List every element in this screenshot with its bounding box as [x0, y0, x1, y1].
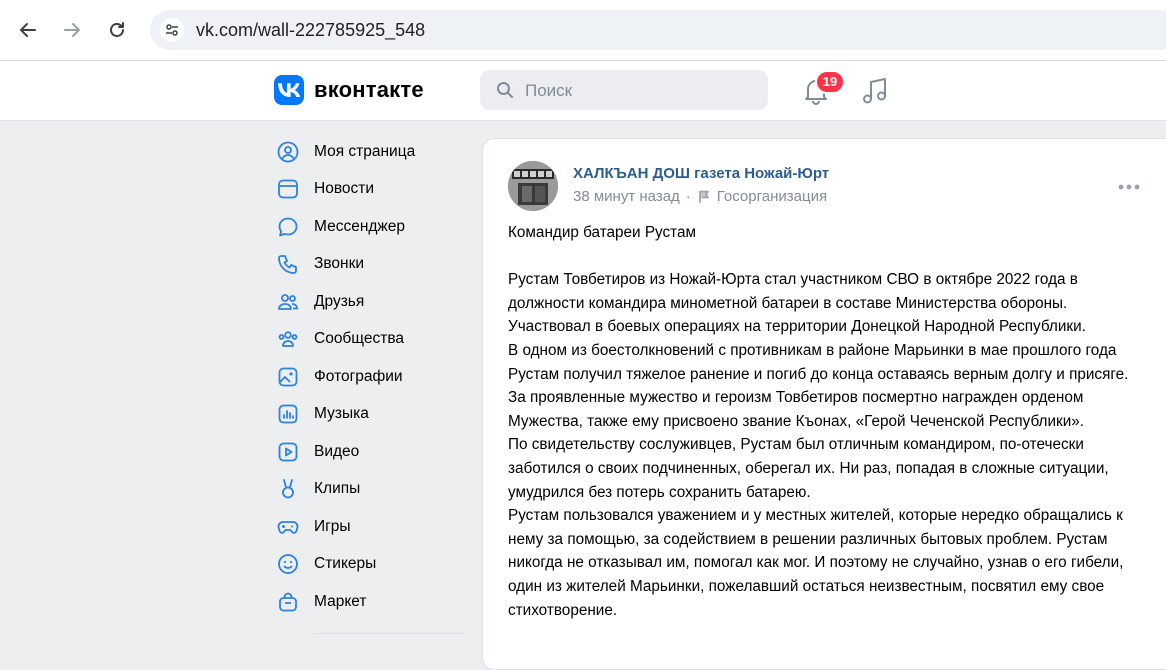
- browser-toolbar: vk.com/wall-222785925_548: [0, 0, 1166, 61]
- news-icon: [276, 177, 300, 201]
- sidebar-item-label: Друзья: [314, 292, 365, 310]
- phone-icon: [276, 252, 300, 276]
- sidebar-item-label: Игры: [314, 517, 351, 535]
- sidebar-item-friends[interactable]: Друзья: [270, 283, 470, 321]
- address-bar[interactable]: vk.com/wall-222785925_548: [150, 10, 1166, 50]
- sidebar-item-stickers[interactable]: Стикеры: [270, 546, 470, 584]
- message-icon: [276, 215, 300, 239]
- sidebar-item-music[interactable]: Музыка: [270, 396, 470, 434]
- logo-text: вконтакте: [314, 77, 424, 102]
- music-icon: [276, 402, 300, 426]
- search-icon: [497, 82, 513, 98]
- sidebar-divider: [314, 633, 464, 634]
- post-meta: 38 минут назад · Госорганизация: [573, 188, 827, 205]
- more-dots-icon: [1118, 184, 1140, 190]
- post-paragraph: Рустам пользовался уважением и у местных…: [508, 507, 1124, 619]
- sidebar-item-label: Музыка: [314, 405, 369, 423]
- video-icon: [276, 440, 300, 464]
- sidebar-item-video[interactable]: Видео: [270, 433, 470, 471]
- post-author-link[interactable]: ХАЛКЪАН ДОШ газета Ножай-Юрт: [573, 165, 829, 182]
- back-button[interactable]: [10, 12, 46, 48]
- arrow-left-icon: [20, 23, 36, 37]
- clips-icon: [276, 477, 300, 501]
- friends-icon: [276, 290, 300, 314]
- sidebar-item-label: Сообщества: [314, 330, 405, 348]
- post-title-line: Командир батареи Рустам: [508, 224, 697, 241]
- flag-icon: [698, 190, 709, 203]
- wall-post: ХАЛКЪАН ДОШ газета Ножай-Юрт 38 минут на…: [482, 138, 1166, 670]
- sidebar-item-label: Фотографии: [314, 367, 403, 385]
- vk-logo-icon: [274, 75, 304, 105]
- sidebar-item-games[interactable]: Игры: [270, 508, 470, 546]
- sidebar-item-clips[interactable]: Клипы: [270, 471, 470, 509]
- sidebar-item-label: Мессенджер: [314, 217, 406, 235]
- reload-icon: [110, 22, 124, 37]
- post-paragraph: По свидетельству сослуживцев, Рустам был…: [508, 436, 1109, 501]
- photo-icon: [276, 365, 300, 389]
- arrow-right-icon: [64, 23, 80, 37]
- url-text[interactable]: vk.com/wall-222785925_548: [196, 20, 425, 41]
- reload-button[interactable]: [99, 12, 135, 48]
- sidebar-item-label: Звонки: [314, 255, 365, 273]
- community-avatar[interactable]: [508, 161, 558, 211]
- search-placeholder: Поиск: [525, 81, 573, 100]
- post-blank-line: [508, 245, 1148, 269]
- market-icon: [276, 590, 300, 614]
- sidebar-item-label: Клипы: [314, 480, 361, 498]
- user-circle-icon: [276, 140, 300, 164]
- post-more-button[interactable]: [1118, 177, 1140, 195]
- communities-icon: [276, 327, 300, 351]
- post-paragraph: Рустам Товбетиров из Ножай-Юрта стал уча…: [508, 271, 1086, 336]
- post-category: Госорганизация: [716, 188, 828, 205]
- notifications-badge[interactable]: 19: [815, 70, 845, 94]
- sidebar-item-photos[interactable]: Фотографии: [270, 358, 470, 396]
- sidebar-item-label: Моя страница: [314, 142, 416, 160]
- sidebar-item-calls[interactable]: Звонки: [270, 246, 470, 284]
- music-note-icon: [863, 78, 886, 104]
- music-player-button[interactable]: [860, 75, 890, 107]
- sidebar-item-market[interactable]: Маркет: [270, 583, 470, 621]
- search-input[interactable]: Поиск: [480, 70, 768, 110]
- post-paragraph: В одном из боестолкновений с противникам…: [508, 341, 1129, 383]
- site-info-button[interactable]: [160, 18, 184, 42]
- left-sidebar: Моя страница Новости Мессенджер Звонки Д…: [270, 133, 470, 634]
- tune-icon: [166, 24, 178, 36]
- sidebar-item-label: Новости: [314, 180, 375, 198]
- post-time[interactable]: 38 минут назад: [573, 188, 680, 205]
- post-paragraph: За проявленные мужество и героизм Товбет…: [508, 389, 1085, 430]
- sidebar-item-communities[interactable]: Сообщества: [270, 321, 470, 359]
- gamepad-icon: [276, 515, 300, 539]
- sidebar-item-label: Стикеры: [314, 555, 377, 573]
- sidebar-item-label: Видео: [314, 442, 360, 460]
- meta-separator: ·: [685, 188, 691, 205]
- sidebar-item-my-page[interactable]: Моя страница: [270, 133, 470, 171]
- sidebar-item-label: Маркет: [314, 592, 367, 610]
- site-header: вконтакте Поиск 19: [0, 61, 1166, 121]
- vk-logo[interactable]: вконтакте: [274, 74, 424, 106]
- sidebar-item-messenger[interactable]: Мессенджер: [270, 208, 470, 246]
- sidebar-item-news[interactable]: Новости: [270, 171, 470, 209]
- forward-button[interactable]: [54, 12, 90, 48]
- post-text: Командир батареи Рустам Рустам Товбетиро…: [508, 221, 1148, 622]
- sticker-icon: [276, 552, 300, 576]
